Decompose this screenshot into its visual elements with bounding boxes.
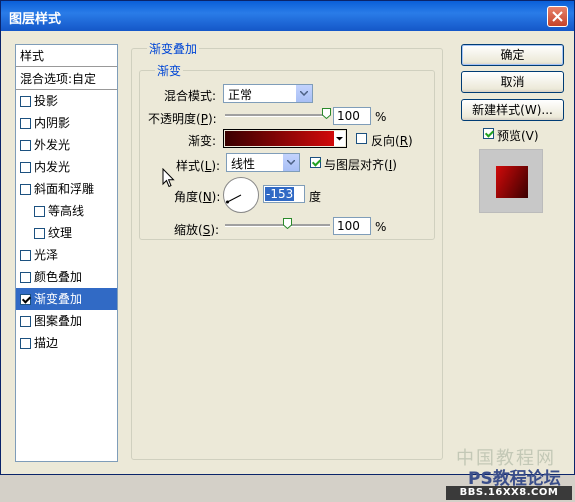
checkbox[interactable] (20, 338, 31, 349)
scale-unit: % (375, 220, 387, 234)
angle-unit: 度 (309, 190, 322, 204)
opacity-slider[interactable] (225, 114, 330, 117)
window-title: 图层样式 (9, 12, 62, 27)
angle-label: 角度(N): (174, 190, 221, 204)
style-label: 样式(L): (176, 159, 221, 173)
align-with-layer-label: 与图层对齐(I) (324, 158, 397, 172)
style-item-texture[interactable]: 纹理 (16, 222, 117, 244)
gradient-dropdown[interactable] (334, 131, 345, 146)
chevron-down-icon[interactable] (295, 85, 312, 102)
blend-mode-select[interactable]: 正常 (223, 84, 313, 103)
style-item-gradient-overlay[interactable]: 渐变叠加 (16, 288, 117, 310)
checkbox-checked[interactable] (20, 294, 31, 305)
style-item-inner-glow[interactable]: 内发光 (16, 156, 117, 178)
title-bar[interactable]: 图层样式 (1, 1, 574, 31)
style-item-inner-shadow[interactable]: 内阴影 (16, 112, 117, 134)
gradient-label: 渐变: (188, 134, 217, 148)
angle-input[interactable]: -153 (263, 185, 305, 203)
opacity-input[interactable]: 100 (333, 107, 371, 125)
opacity-slider-thumb[interactable] (322, 108, 331, 119)
angle-dial[interactable] (223, 177, 259, 213)
style-list: 样式 混合选项:自定 投影 内阴影 外发光 内发光 斜面和浮雕 等高线 纹理 光… (15, 44, 118, 462)
close-button[interactable] (547, 6, 568, 27)
preview-checkbox[interactable] (483, 128, 494, 139)
checkbox[interactable] (20, 184, 31, 195)
preview-label: 预览(V) (497, 129, 539, 143)
blend-mode-label: 混合模式: (164, 89, 217, 103)
gradient-picker[interactable] (223, 129, 347, 148)
checkbox[interactable] (20, 118, 31, 129)
opacity-unit: % (375, 110, 387, 124)
checkbox[interactable] (20, 316, 31, 327)
preview-thumbnail (479, 149, 543, 213)
checkbox[interactable] (20, 96, 31, 107)
style-item-color-overlay[interactable]: 颜色叠加 (16, 266, 117, 288)
checkbox[interactable] (34, 228, 45, 239)
angle-dial-needle (226, 194, 242, 204)
style-select[interactable]: 线性 (226, 153, 300, 172)
checkbox[interactable] (34, 206, 45, 217)
scale-input[interactable]: 100 (333, 217, 371, 235)
preview-swatch (496, 166, 528, 198)
opacity-label: 不透明度(P): (148, 112, 217, 126)
style-item-bevel-emboss[interactable]: 斜面和浮雕 (16, 178, 117, 200)
layer-style-dialog: 图层样式 样式 混合选项:自定 投影 内阴影 外发光 内发光 斜面和浮雕 等高线… (0, 0, 575, 500)
new-style-button[interactable]: 新建样式(W)... (461, 99, 564, 121)
watermark-url: BBS.16XX8.COM (446, 486, 572, 500)
align-with-layer-checkbox[interactable] (310, 157, 321, 168)
style-list-header[interactable]: 样式 (16, 45, 117, 67)
style-item-drop-shadow[interactable]: 投影 (16, 90, 117, 112)
ok-button[interactable]: 确定 (461, 44, 564, 66)
cancel-button[interactable]: 取消 (461, 71, 564, 93)
reverse-checkbox[interactable] (356, 133, 367, 144)
scale-label: 缩放(S): (174, 223, 220, 237)
gradient-legend: 渐变 (155, 62, 184, 79)
reverse-label: 反向(R) (371, 134, 413, 148)
dialog-body: 样式 混合选项:自定 投影 内阴影 外发光 内发光 斜面和浮雕 等高线 纹理 光… (4, 31, 572, 500)
chevron-down-icon (336, 137, 343, 141)
mouse-cursor-icon (162, 168, 175, 188)
gradient-swatch[interactable] (225, 131, 334, 146)
checkbox[interactable] (20, 272, 31, 283)
blend-options-item[interactable]: 混合选项:自定 (16, 68, 117, 90)
style-item-satin[interactable]: 光泽 (16, 244, 117, 266)
style-item-outer-glow[interactable]: 外发光 (16, 134, 117, 156)
watermark: 中国教程网 PS教程论坛 BBS.16XX8.COM (446, 444, 575, 502)
close-icon (552, 11, 563, 22)
style-item-stroke[interactable]: 描边 (16, 332, 117, 354)
gradient-overlay-legend: 渐变叠加 (147, 40, 200, 57)
checkbox[interactable] (20, 162, 31, 173)
scale-slider[interactable] (225, 224, 330, 227)
style-item-contour[interactable]: 等高线 (16, 200, 117, 222)
chevron-down-icon[interactable] (282, 154, 299, 171)
scale-slider-thumb[interactable] (283, 218, 292, 229)
checkbox[interactable] (20, 250, 31, 261)
style-item-pattern-overlay[interactable]: 图案叠加 (16, 310, 117, 332)
checkbox[interactable] (20, 140, 31, 151)
